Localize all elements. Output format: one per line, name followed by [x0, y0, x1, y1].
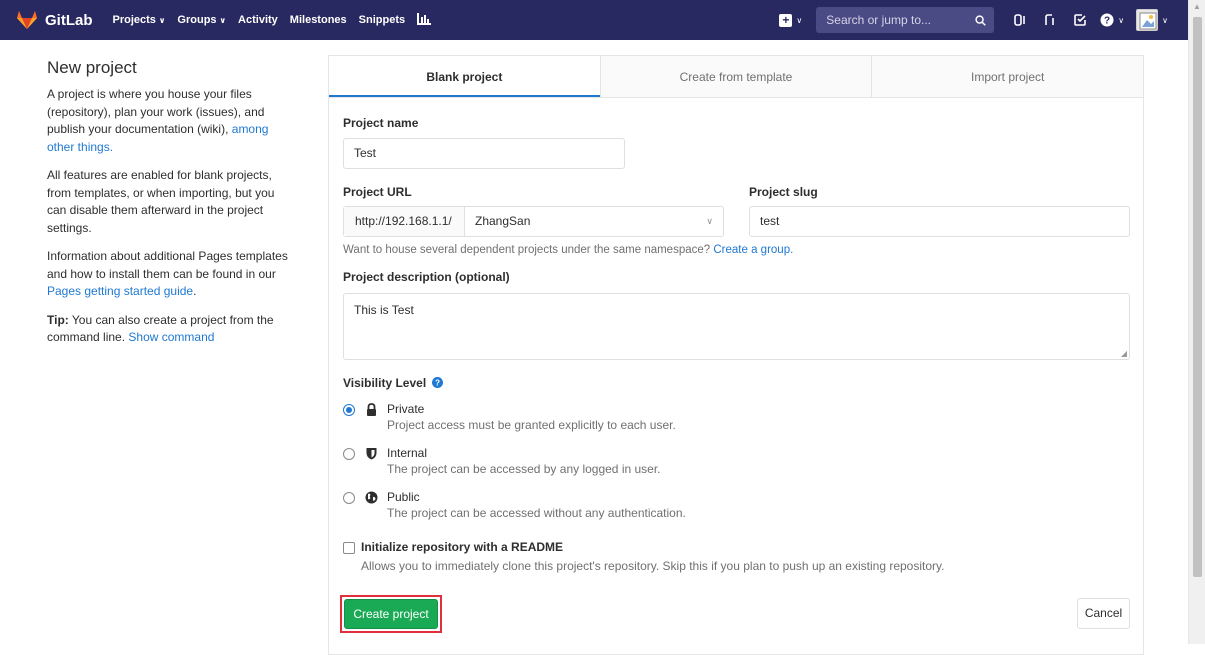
chevron-down-icon: ∨	[1162, 15, 1168, 25]
features-paragraph: All features are enabled for blank proje…	[47, 168, 275, 235]
help-dropdown-button[interactable]: ? ∨	[1100, 13, 1124, 27]
user-menu-button[interactable]: ∨	[1136, 9, 1168, 31]
project-slug-label: Project slug	[749, 185, 818, 199]
visibility-internal-title: Internal	[387, 446, 428, 460]
chevron-down-icon: ∨	[219, 16, 227, 25]
visibility-public-desc: The project can be accessed without any …	[387, 506, 686, 520]
create-group-link[interactable]: Create a group.	[713, 244, 793, 256]
pages-guide-link[interactable]: Pages getting started guide	[47, 284, 193, 298]
readme-checkbox[interactable]	[343, 542, 355, 554]
page-title: New project	[47, 58, 137, 77]
project-name-label: Project name	[343, 116, 419, 130]
search-icon	[975, 14, 987, 26]
show-command-link[interactable]: Show command	[128, 330, 214, 344]
create-project-button[interactable]: Create project	[344, 599, 438, 629]
new-project-panel: Blank project Create from template Impor…	[328, 55, 1144, 655]
visibility-public-radio[interactable]	[343, 492, 355, 504]
merge-request-icon[interactable]	[1036, 13, 1064, 27]
brand-name: GitLab	[45, 11, 93, 29]
nav-activity[interactable]: Activity	[238, 14, 278, 26]
tab-blank-project[interactable]: Blank project	[329, 56, 600, 97]
tip-paragraph: Tip: You can also create a project from …	[47, 312, 274, 345]
nav-snippets[interactable]: Snippets	[359, 14, 405, 26]
top-navbar: GitLab Projects ∨ Groups ∨ Activity Milest…	[0, 0, 1188, 40]
project-description-textarea[interactable]: This is Test ◢	[343, 293, 1130, 360]
project-url-label: Project URL	[343, 185, 412, 199]
nav-milestones[interactable]: Milestones	[290, 14, 347, 26]
todo-icon[interactable]	[1066, 13, 1094, 27]
svg-text:?: ?	[434, 378, 439, 387]
search-box[interactable]	[816, 7, 995, 33]
tab-import-project[interactable]: Import project	[871, 56, 1143, 97]
tab-create-from-template[interactable]: Create from template	[599, 56, 872, 97]
resize-grip-icon[interactable]: ◢	[1121, 349, 1127, 358]
cancel-button[interactable]: Cancel	[1077, 598, 1130, 629]
intro-paragraph: A project is where you house your files …	[47, 87, 269, 154]
question-circle-icon[interactable]: ?	[431, 377, 443, 388]
create-project-highlight: Create project	[340, 595, 442, 633]
readme-label[interactable]: Initialize repository with a README	[361, 540, 563, 554]
url-prefix: http://192.168.1.1/	[344, 207, 465, 236]
new-dropdown-button[interactable]: + ∨	[779, 13, 803, 27]
nav-projects[interactable]: Projects ∨	[113, 14, 166, 26]
analytics-icon[interactable]	[417, 12, 432, 28]
project-url-group: http://192.168.1.1/ ZhangSan ∨	[343, 206, 724, 237]
namespace-select[interactable]: ZhangSan ∨	[465, 207, 723, 236]
readme-help-text: Allows you to immediately clone this pro…	[361, 559, 945, 573]
chevron-down-icon: ∨	[706, 216, 713, 226]
gitlab-home-link[interactable]: GitLab	[16, 10, 93, 30]
visibility-internal-radio[interactable]	[343, 448, 355, 460]
chevron-down-icon: ∨	[158, 16, 166, 25]
issues-icon[interactable]	[1006, 13, 1034, 27]
shield-icon	[366, 448, 377, 460]
project-description-label: Project description (optional)	[343, 270, 510, 284]
visibility-private-radio[interactable]	[343, 404, 355, 416]
avatar	[1136, 9, 1159, 31]
chevron-down-icon: ∨	[796, 15, 803, 25]
visibility-public-title: Public	[387, 490, 420, 504]
project-info-sidebar: New project A project is where you house…	[47, 58, 297, 358]
project-type-tabs: Blank project Create from template Impor…	[329, 56, 1143, 98]
visibility-internal-desc: The project can be accessed by any logge…	[387, 462, 661, 476]
search-input[interactable]	[826, 13, 957, 27]
plus-square-icon: +	[779, 13, 793, 27]
globe-icon	[365, 491, 378, 504]
scrollbar-thumb[interactable]	[1193, 17, 1202, 577]
help-icon: ?	[1100, 13, 1114, 27]
lock-icon	[367, 403, 376, 416]
namespace-help-text: Want to house several dependent projects…	[343, 244, 794, 256]
nav-groups[interactable]: Groups ∨	[177, 14, 226, 26]
visibility-level-label: Visibility Level ?	[343, 376, 443, 390]
visibility-private-title: Private	[387, 402, 425, 416]
pages-paragraph: Information about additional Pages templ…	[47, 249, 288, 298]
svg-text:?: ?	[1104, 16, 1110, 27]
gitlab-logo-icon	[17, 11, 37, 29]
visibility-private-desc: Project access must be granted explicitl…	[387, 418, 676, 432]
page-scrollbar[interactable]: ▲	[1188, 0, 1205, 644]
scroll-up-arrow-icon[interactable]: ▲	[1193, 2, 1201, 11]
chevron-down-icon: ∨	[1118, 15, 1125, 25]
project-slug-input[interactable]: test	[749, 206, 1130, 237]
project-name-input[interactable]: Test	[343, 138, 625, 169]
